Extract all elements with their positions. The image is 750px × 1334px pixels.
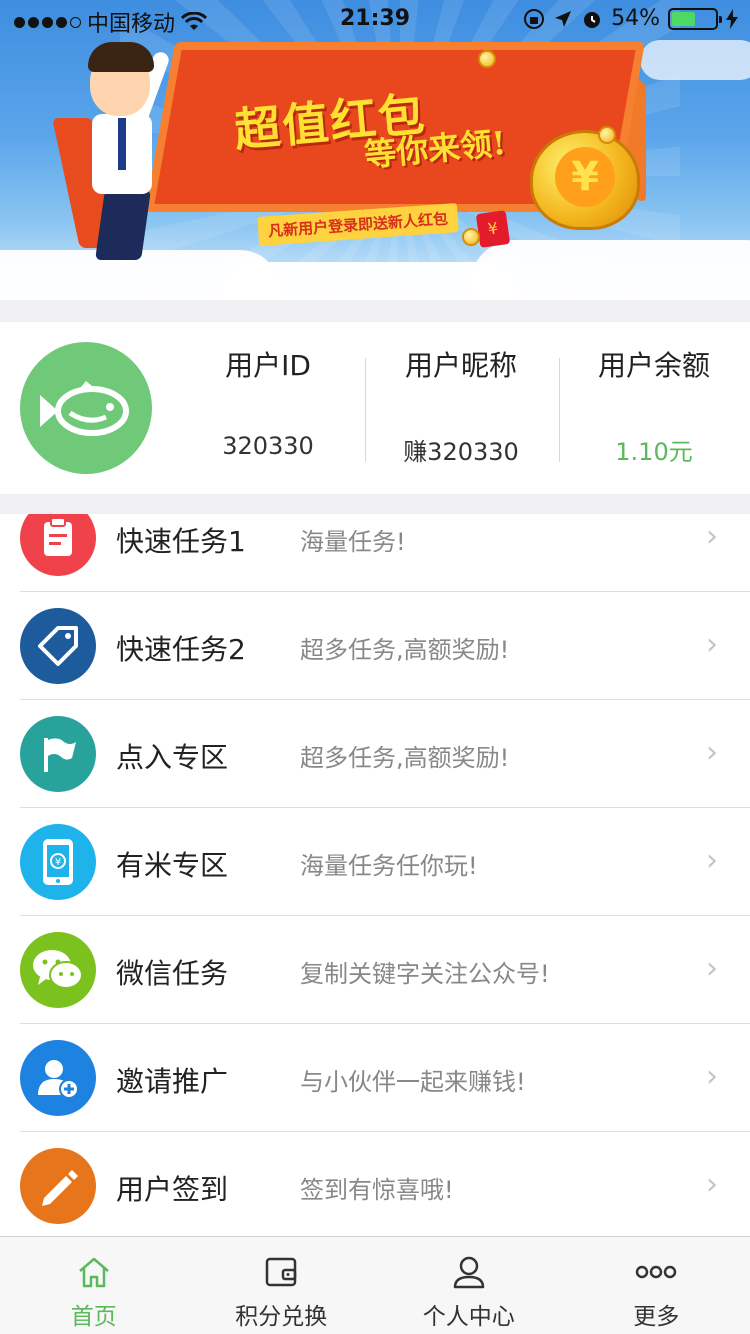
flag-icon [20, 716, 96, 792]
item-desc: 与小伙伴一起来赚钱! [300, 1068, 526, 1096]
chevron-right-icon: › [706, 627, 718, 662]
tab-points-exchange[interactable]: 积分兑换 [188, 1237, 376, 1334]
clipboard-icon [20, 514, 96, 576]
item-title: 邀请推广 [116, 1065, 229, 1098]
cloud [640, 40, 750, 80]
item-title: 有米专区 [116, 849, 229, 882]
item-desc: 海量任务任你玩! [300, 852, 478, 880]
flying-man-illustration [52, 30, 180, 260]
list-item[interactable]: 点入专区 超多任务,高额奖励! › [0, 700, 750, 808]
pager-dot[interactable] [399, 266, 411, 278]
location-icon [555, 10, 572, 27]
list-item[interactable]: 微信任务 复制关键字关注公众号! › [0, 916, 750, 1024]
list-item[interactable]: 快速任务2 超多任务,高额奖励! › [0, 592, 750, 700]
item-desc: 海量任务! [300, 528, 406, 556]
charging-icon [726, 8, 738, 29]
task-list: 快速任务1 海量任务! › 快速任务2 超多任务,高额奖励! › 点入专区 超多… [0, 514, 750, 1236]
tab-label: 更多 [633, 1304, 680, 1330]
tab-label: 积分兑换 [235, 1304, 328, 1330]
item-desc: 超多任务,高额奖励! [300, 636, 510, 664]
status-right: 54% [523, 6, 738, 31]
user-balance-stat: 用户余额 1.10元 [557, 344, 750, 467]
item-title: 用户签到 [116, 1173, 229, 1206]
home-icon [78, 1257, 109, 1288]
promo-banner[interactable]: 超值红包 等你来领! 凡新用户登录即送新人红包 ¥ ¥ [0, 0, 750, 300]
chevron-right-icon: › [706, 1167, 718, 1202]
user-balance-label: 用户余额 [597, 349, 710, 382]
item-title: 快速任务1 [116, 525, 246, 558]
user-nick-stat: 用户昵称 赚320330 [364, 344, 558, 467]
user-id-stat: 用户ID 320330 [171, 344, 365, 460]
tab-bar: 首页 积分兑换 个人中心 更多 [0, 1236, 750, 1334]
user-nick-label: 用户昵称 [404, 349, 517, 382]
chevron-right-icon: › [706, 951, 718, 986]
tab-personal-center[interactable]: 个人中心 [375, 1237, 563, 1334]
user-id-label: 用户ID [225, 349, 311, 382]
battery-percent: 54% [611, 6, 660, 31]
item-title: 快速任务2 [116, 633, 246, 666]
user-info-card: 用户ID 320330 用户昵称 赚320330 用户余额 1.10元 [0, 322, 750, 494]
status-bar: 中国移动 21:39 54% [0, 0, 750, 40]
item-desc: 复制关键字关注公众号! [300, 960, 550, 988]
tab-label: 首页 [70, 1304, 117, 1330]
add-user-icon [20, 1040, 96, 1116]
banner-pager[interactable] [0, 266, 750, 278]
list-item[interactable]: 快速任务1 海量任务! › [0, 514, 750, 592]
list-item[interactable]: 邀请推广 与小伙伴一起来赚钱! › [0, 1024, 750, 1132]
rotation-lock-icon [524, 8, 545, 29]
tab-home[interactable]: 首页 [0, 1237, 188, 1334]
list-item[interactable]: 用户签到 签到有惊喜哦! › [0, 1132, 750, 1236]
item-title: 微信任务 [116, 957, 229, 990]
money-bag-icon: ¥ [530, 130, 640, 230]
coin-icon [462, 228, 480, 246]
item-desc: 超多任务,高额奖励! [300, 744, 510, 772]
yen-symbol: ¥ [555, 147, 615, 207]
chevron-right-icon: › [706, 1059, 718, 1094]
coin-icon [598, 126, 616, 144]
item-desc: 签到有惊喜哦! [300, 1176, 454, 1204]
pager-dot[interactable] [339, 266, 351, 278]
coin-icon [478, 50, 496, 68]
avatar[interactable] [20, 342, 152, 474]
battery-icon [668, 7, 722, 30]
user-id-value: 320330 [222, 432, 314, 460]
more-icon [636, 1265, 677, 1279]
person-icon [453, 1256, 484, 1289]
alarm-icon [584, 11, 601, 28]
user-nick-value: 赚320330 [403, 438, 519, 466]
chevron-right-icon: › [706, 843, 718, 878]
wallet-icon [266, 1257, 297, 1287]
wechat-icon [20, 932, 96, 1008]
pager-dot-active[interactable] [369, 266, 381, 278]
pencil-icon [20, 1148, 96, 1224]
chevron-right-icon: › [706, 519, 718, 554]
red-envelope-icon: ¥ [475, 210, 511, 248]
tag-icon [20, 608, 96, 684]
svg-text:¥: ¥ [55, 857, 61, 868]
phone-yen-icon: ¥ [20, 824, 96, 900]
list-item[interactable]: ¥ 有米专区 海量任务任你玩! › [0, 808, 750, 916]
tab-more[interactable]: 更多 [563, 1237, 750, 1334]
chevron-right-icon: › [706, 735, 718, 770]
tab-label: 个人中心 [422, 1304, 515, 1330]
fish-icon [40, 381, 129, 436]
user-balance-value: 1.10元 [615, 438, 693, 466]
item-title: 点入专区 [116, 741, 229, 774]
